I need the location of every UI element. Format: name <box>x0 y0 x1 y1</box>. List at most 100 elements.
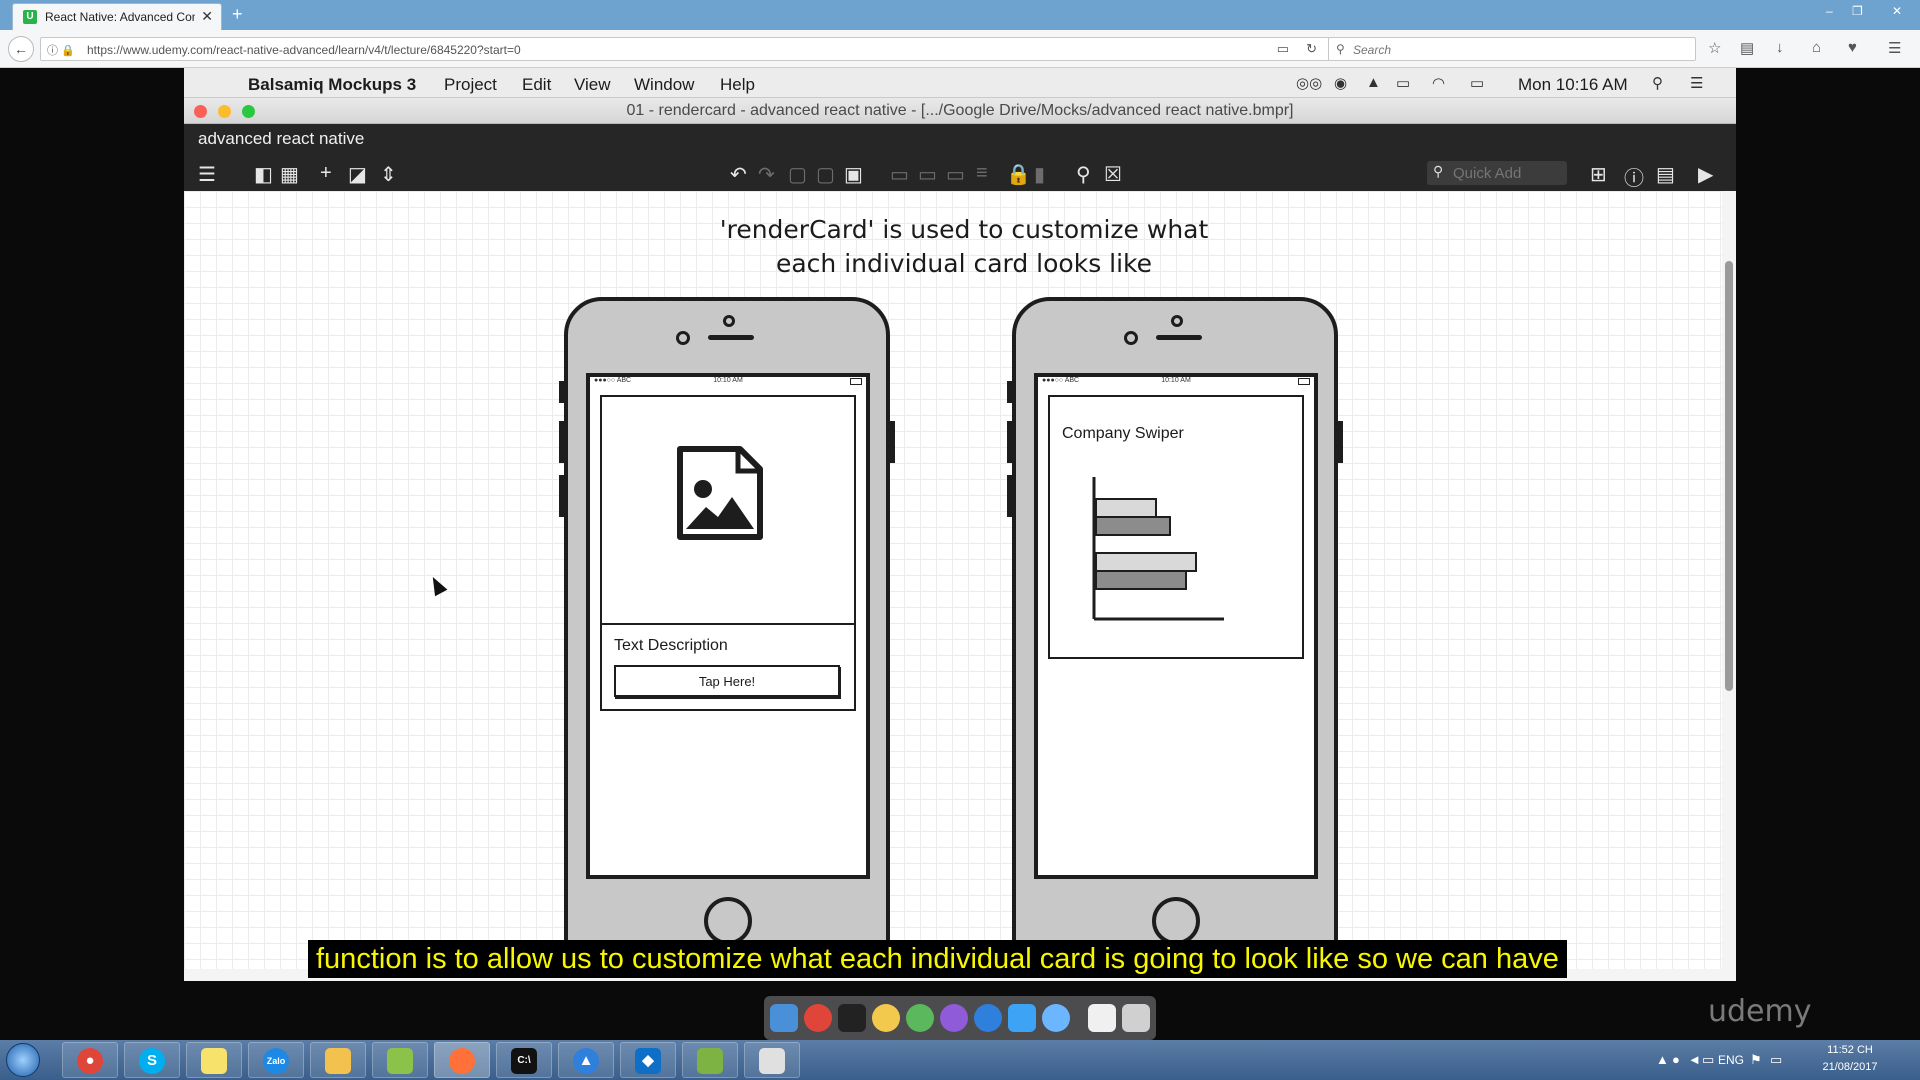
chrome-icon: ● <box>77 1048 103 1074</box>
battery-icon <box>1298 378 1310 385</box>
phone-mockup-2: ●●●○○ ABC 10:10 AM Company Swiper <box>1007 297 1343 977</box>
search-input[interactable] <box>1353 41 1683 59</box>
clock-time[interactable]: 11:52 CH <box>1810 1044 1890 1056</box>
emoji-icon <box>872 1004 900 1032</box>
close-window-button[interactable]: ✕ <box>1892 4 1902 18</box>
presentation-icon: ▶ <box>1698 164 1714 186</box>
hamburger-menu-icon[interactable]: ☰ <box>1888 39 1901 57</box>
android-icon <box>697 1048 723 1074</box>
bookmark-star-icon[interactable]: ☆ <box>1708 39 1721 57</box>
info-icon: ⓘ <box>1624 168 1644 190</box>
browser-tab-bar: U React Native: Advanced Con ✕ + – ❐ ✕ <box>0 0 1920 30</box>
taskbar-notepad[interactable] <box>372 1042 428 1078</box>
clock-date[interactable]: 21/08/2017 <box>1810 1061 1890 1073</box>
tap-here-button: Tap Here! <box>614 665 840 697</box>
quick-add-box: ⚲ <box>1427 161 1567 185</box>
mockup-canvas: 'renderCard' is used to customize what e… <box>184 191 1736 981</box>
image-placeholder-icon <box>677 446 763 540</box>
spotify-icon <box>906 1004 934 1032</box>
delete-icon: ▮ <box>1034 164 1046 186</box>
back-button[interactable]: ← <box>8 36 34 62</box>
phone-sensor <box>676 331 690 345</box>
site-info-lock-icon[interactable]: ⓘ 🔒 <box>47 42 75 58</box>
phone-side-button <box>1007 421 1013 463</box>
quick-add-input <box>1453 163 1563 183</box>
new-tab-button[interactable]: + <box>232 4 243 25</box>
downloads-icon[interactable]: ↓ <box>1776 39 1784 56</box>
spotlight-search-icon: ⚲ <box>1652 75 1663 92</box>
taskbar-paint[interactable] <box>744 1042 800 1078</box>
paint-icon <box>759 1048 785 1074</box>
project-name: advanced react native <box>198 129 365 148</box>
taskbar-chrome[interactable]: ● <box>62 1042 118 1078</box>
card-mockup: Text Description Tap Here! <box>600 395 856 711</box>
window-title: 01 - rendercard - advanced react native … <box>626 102 1294 119</box>
phone-side-button <box>559 381 565 403</box>
pocket-icon[interactable]: ♥ <box>1848 39 1857 56</box>
folder-icon <box>325 1048 351 1074</box>
search-box[interactable]: ⚲ <box>1328 37 1696 61</box>
taskbar-android[interactable] <box>682 1042 738 1078</box>
trash-icon <box>1122 1004 1150 1032</box>
taskbar-skype[interactable]: S <box>124 1042 180 1078</box>
add-icon: + <box>320 162 332 184</box>
quick-add-search-icon: ⚲ <box>1433 163 1444 179</box>
phone-front-camera <box>1171 315 1183 327</box>
phone-side-button <box>559 475 565 517</box>
phone-side-button <box>889 421 895 463</box>
ui-library-icon: ⊞ <box>1590 164 1607 186</box>
tab-udemy-course[interactable]: U React Native: Advanced Con ✕ <box>12 3 222 30</box>
address-bar[interactable]: ⓘ 🔒 https://www.udemy.com/react-native-a… <box>40 37 1330 61</box>
video-player[interactable]: Balsamiq Mockups 3 Project Edit View Win… <box>0 68 1920 1040</box>
record-icon: ◉ <box>1334 75 1348 92</box>
copy-icon: ▢ <box>816 164 835 186</box>
scrollbar-thumb <box>1725 261 1733 691</box>
ungroup-icon: ▭ <box>918 164 937 186</box>
taskbar-vscode[interactable]: ◆ <box>620 1042 676 1078</box>
mac-dock <box>764 996 1156 1040</box>
network-icon[interactable]: ● <box>1672 1052 1680 1067</box>
phone-front-camera <box>723 315 735 327</box>
phone-side-button <box>1007 475 1013 517</box>
canvas-vertical-scrollbar <box>1722 191 1736 981</box>
arrange-icon: ▭ <box>946 164 965 186</box>
taskbar-terminal[interactable]: C:\ <box>496 1042 552 1078</box>
menu-window: Window <box>634 75 695 94</box>
show-hidden-icons-icon[interactable]: ▲ <box>1656 1052 1669 1067</box>
clear-icon: ☒ <box>1104 164 1122 186</box>
menu-view: View <box>574 75 611 94</box>
notepad-icon <box>387 1048 413 1074</box>
card-image-placeholder <box>602 397 854 625</box>
menu-app-name: Balsamiq Mockups 3 <box>248 75 417 94</box>
google-drive-icon: ▲ <box>1366 74 1381 91</box>
taskbar-firefox[interactable] <box>434 1042 490 1078</box>
browser-nav-bar: ← ⓘ 🔒 https://www.udemy.com/react-native… <box>0 30 1920 68</box>
chrome-icon <box>804 1004 832 1032</box>
start-button[interactable] <box>6 1043 40 1077</box>
wifi-icon: ◠ <box>1432 75 1446 92</box>
taskbar-file-explorer[interactable] <box>310 1042 366 1078</box>
close-tab-icon[interactable]: ✕ <box>201 8 213 25</box>
reload-icon[interactable]: ↻ <box>1306 41 1317 57</box>
paste-icon: ▣ <box>844 164 863 186</box>
taskbar-atom[interactable]: ▲ <box>558 1042 614 1078</box>
reader-view-icon[interactable]: ▭ <box>1277 41 1289 57</box>
align-icon: ≡ <box>976 162 988 184</box>
balsamiq-title-bar: 01 - rendercard - advanced react native … <box>184 98 1736 124</box>
taskbar-zalo[interactable]: Zalo <box>248 1042 304 1078</box>
home-icon[interactable]: ⌂ <box>1812 39 1821 56</box>
phone-sensor <box>1124 331 1138 345</box>
app-store-icon <box>974 1004 1002 1032</box>
display-icon[interactable]: ▭ <box>1770 1052 1782 1068</box>
volume-icon[interactable]: ◄ <box>1688 1052 1701 1067</box>
restore-window-button[interactable]: ❐ <box>1852 4 1863 18</box>
input-language[interactable]: ENG <box>1718 1053 1744 1067</box>
video-subtitle: function is to allow us to customize wha… <box>308 940 1567 978</box>
udemy-favicon-icon: U <box>23 10 37 24</box>
library-icon[interactable]: ▤ <box>1740 39 1754 57</box>
minimize-window-button[interactable]: – <box>1826 4 1833 18</box>
flag-icon[interactable]: ⚑ <box>1750 1052 1762 1068</box>
taskbar-sticky-notes[interactable] <box>186 1042 242 1078</box>
action-center-icon[interactable]: ▭ <box>1702 1052 1714 1068</box>
mac-clock: Mon 10:16 AM <box>1518 75 1628 94</box>
